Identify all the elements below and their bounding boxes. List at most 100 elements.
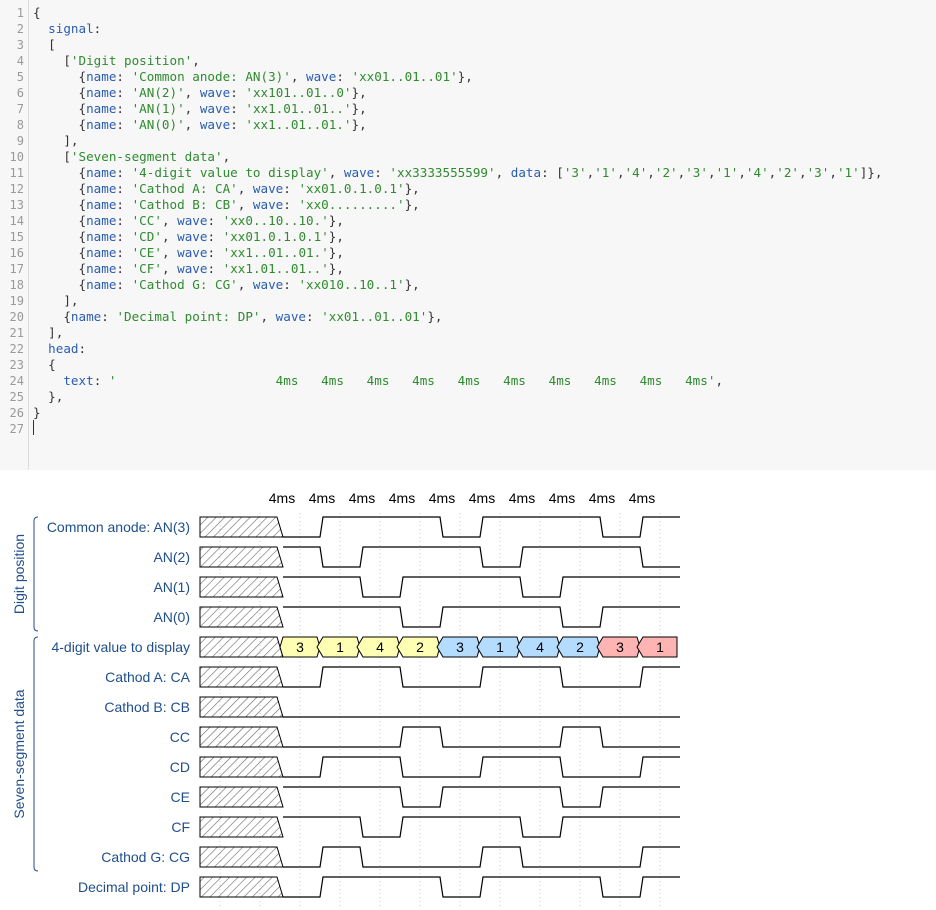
line-number: 16 [9, 246, 24, 260]
line-number: 11 [9, 166, 24, 180]
code-line: {name: 'AN(0)', wave: 'xx1..01..01.'}, [33, 117, 367, 133]
code-editor[interactable]: 1 2 3 4 5 6 7 8 9 10 11 12 13 14 15 16 17 18 19 20 21 22 23 24 2… [0, 0, 936, 470]
code-line: ], [33, 325, 63, 341]
code-string: 'AN(1)' [131, 101, 185, 116]
code-punctuation: : [101, 309, 117, 324]
grid-lines [219, 513, 661, 907]
code-string: 'Seven-segment data' [70, 149, 223, 164]
code-punctuation: { [33, 213, 87, 228]
code-string: 'xx01..01..01' [321, 309, 428, 324]
code-key: wave [177, 213, 208, 228]
code-punctuation: : [116, 101, 132, 116]
code-string: '2' [776, 165, 799, 180]
code-punctuation: { [33, 357, 56, 372]
line-number: 3 [16, 38, 24, 52]
undefined-region [199, 726, 284, 748]
code-line: ['Seven-segment data', [33, 149, 230, 165]
signal-label: Cathod G: CG [101, 849, 190, 865]
bus-value: 1 [336, 639, 344, 655]
code-punctuation: , [192, 53, 200, 68]
code-key: wave [252, 181, 284, 196]
code-string: '1' [836, 165, 860, 180]
code-punctuation: , [161, 261, 178, 276]
code-punctuation: , [222, 149, 231, 164]
bus-value: 3 [296, 639, 304, 655]
code-punctuation: , [161, 213, 178, 228]
code-key: wave [177, 245, 208, 260]
code-punctuation: : [116, 181, 132, 196]
code-string: '1' [715, 165, 739, 180]
code-line: {name: 'Decimal point: DP', wave: 'xx01.… [33, 309, 442, 325]
line-number: 14 [9, 214, 24, 228]
code-punctuation: }, [328, 261, 344, 276]
bus-value: 2 [576, 639, 584, 655]
code-string: 'xx101..01..0' [245, 85, 352, 100]
code-punctuation: }, [328, 245, 344, 260]
line-number: 8 [16, 118, 24, 132]
code-string: '1' [594, 165, 617, 180]
header-label: 4ms [549, 490, 575, 506]
code-key: name [86, 197, 117, 212]
undefined-region [199, 546, 284, 568]
code-line: [ [33, 37, 56, 53]
signal-labels: Common anode: AN(3) AN(2) AN(1) AN(0) 4-digi… [47, 519, 191, 895]
code-punctuation: }, [351, 117, 367, 132]
code-punctuation: }, [404, 277, 420, 292]
code-punctuation: : [116, 197, 132, 212]
group-bracket [33, 516, 39, 632]
line-number: 10 [9, 150, 24, 164]
signal-label: Cathod B: CB [104, 699, 190, 715]
code-string: '3' [806, 165, 830, 180]
code-punctuation: , [184, 85, 200, 100]
code-punctuation: : [78, 341, 87, 356]
code-punctuation: }, [351, 101, 367, 116]
code-punctuation: }, [404, 197, 420, 212]
bus-value: 1 [656, 639, 664, 655]
code-punctuation: : [374, 165, 390, 180]
line-number: 9 [16, 134, 24, 148]
code-punctuation: { [33, 165, 87, 180]
code-punctuation: { [33, 229, 87, 244]
code-punctuation: , [161, 245, 178, 260]
code-string: '4' [624, 165, 648, 180]
code-punctuation: : [116, 165, 132, 180]
code-string: '2' [654, 165, 678, 180]
timing-diagram: 4ms 4ms 4ms 4ms 4ms 4ms 4ms 4ms 4ms 4ms Digit pos… [11, 490, 680, 907]
code-key: data [510, 165, 542, 180]
group-bracket [33, 636, 39, 872]
code-punctuation: }, [328, 229, 344, 244]
line-number: 22 [9, 342, 24, 356]
code-punctuation: }, [351, 85, 367, 100]
text-cursor [33, 420, 34, 435]
code-line: ], [33, 293, 78, 309]
code-key: wave [199, 117, 231, 132]
signal-label: Cathod A: CA [105, 669, 190, 685]
code-string: 'CD' [131, 229, 162, 244]
code-key: wave [343, 165, 375, 180]
code-punctuation: : [283, 197, 299, 212]
code-string: 'xx3333555599' [389, 165, 496, 180]
code-string: 'xx1.01..01..' [245, 101, 352, 116]
code-punctuation: : [230, 101, 246, 116]
code-string: 'xx1..01..01.' [222, 245, 329, 260]
code-punctuation: [ [33, 37, 56, 52]
undefined-region [199, 756, 284, 778]
code-key: name [86, 117, 117, 132]
line-number: 24 [9, 374, 24, 388]
code-key: name [86, 165, 117, 180]
code-key: name [86, 69, 117, 84]
code-line: {name: 'Common anode: AN(3)', wave: 'xx0… [33, 69, 472, 85]
undefined-region [199, 816, 284, 838]
undefined-region [199, 876, 284, 898]
code-punctuation: : [116, 117, 132, 132]
code-key: name [86, 213, 117, 228]
code-key: name [86, 85, 117, 100]
code-punctuation: , [715, 373, 724, 388]
header-label: 4ms [349, 490, 375, 506]
code-punctuation: , [237, 197, 253, 212]
header-label: 4ms [429, 490, 455, 506]
code-string: 'xx01.0.1.0.1' [298, 181, 405, 196]
line-number: 26 [9, 406, 24, 420]
signal-label: Common anode: AN(3) [47, 519, 190, 535]
header-label: 4ms [509, 490, 535, 506]
